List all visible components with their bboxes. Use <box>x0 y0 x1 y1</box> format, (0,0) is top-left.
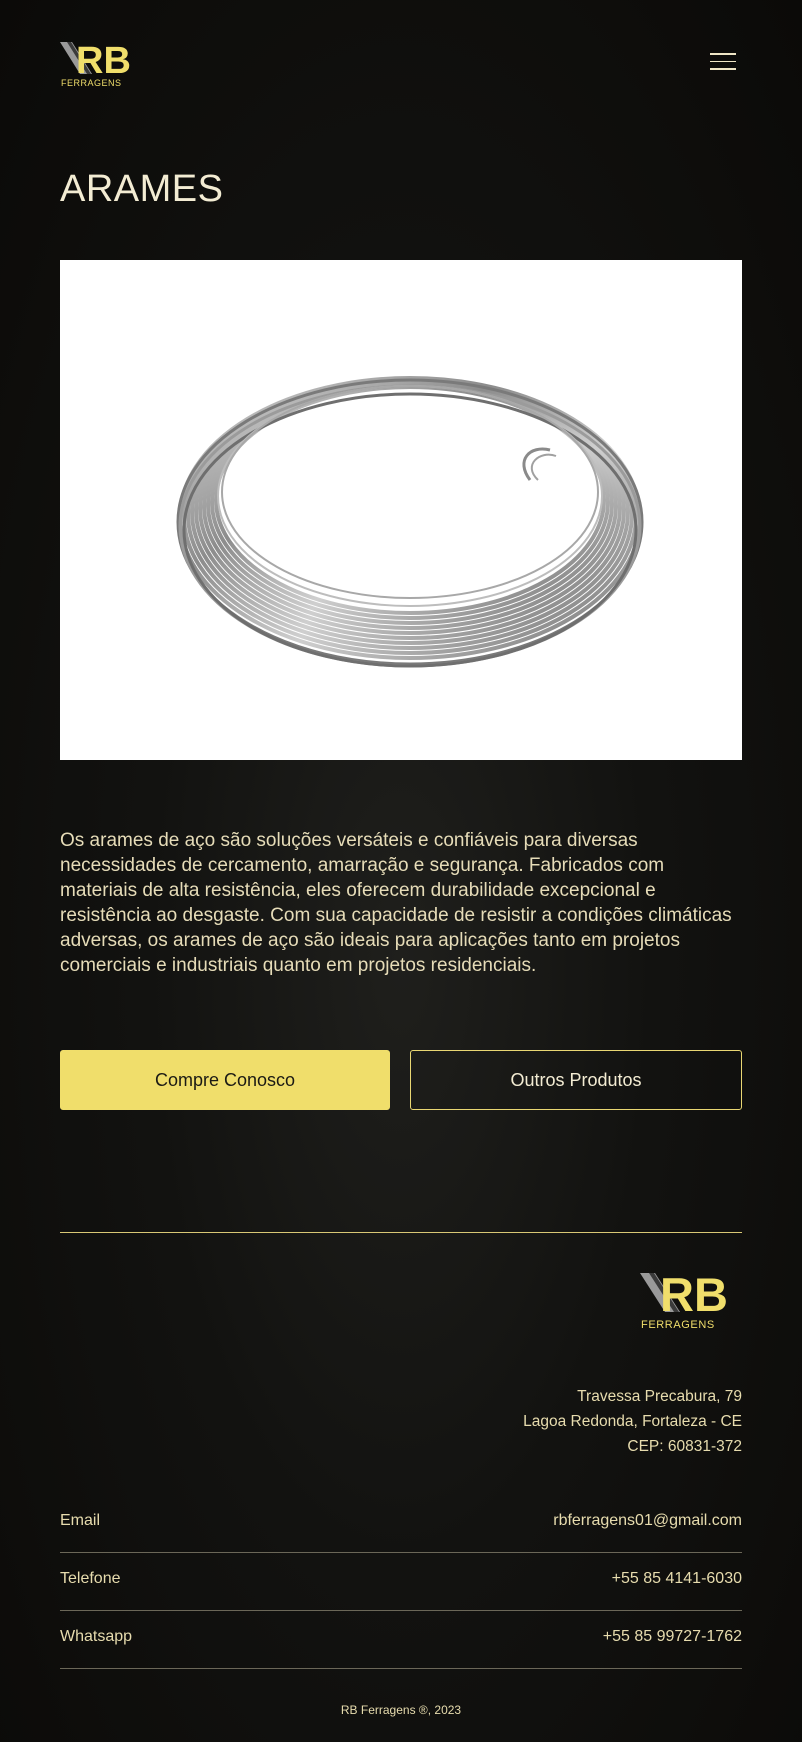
footer-divider <box>60 1232 742 1233</box>
page-title: ARAMES <box>60 168 224 210</box>
svg-text:FERRAGENS: FERRAGENS <box>641 1319 715 1331</box>
email-link[interactable]: rbferragens01@gmail.com <box>553 1512 742 1530</box>
hamburger-menu-icon[interactable] <box>710 53 736 73</box>
wire-coil-image <box>176 376 644 668</box>
phone-link[interactable]: +55 85 4141-6030 <box>612 1570 742 1588</box>
rb-logo-icon: RB FERRAGENS <box>60 40 131 88</box>
contact-label: Telefone <box>60 1570 121 1587</box>
footer-logo[interactable]: RB FERRAGENS <box>640 1268 742 1332</box>
address-line: CEP: 60831-372 <box>627 1438 742 1455</box>
buy-button[interactable]: Compre Conosco <box>60 1050 390 1110</box>
svg-text:RB: RB <box>76 40 131 82</box>
product-image <box>60 260 742 760</box>
contact-label: Email <box>60 1512 101 1529</box>
svg-text:FERRAGENS: FERRAGENS <box>61 78 122 88</box>
address-block: Travessa Precabura, 79 Lagoa Redonda, Fo… <box>523 1384 742 1459</box>
contact-row-whatsapp: Whatsapp +55 85 99727-1762 <box>60 1610 742 1669</box>
brand-logo[interactable]: RB FERRAGENS <box>60 40 142 90</box>
svg-text:RB: RB <box>660 1270 728 1321</box>
address-line: Travessa Precabura, 79 <box>577 1388 742 1405</box>
whatsapp-link[interactable]: +55 85 99727-1762 <box>603 1628 742 1646</box>
other-products-button[interactable]: Outros Produtos <box>410 1050 742 1110</box>
address-line: Lagoa Redonda, Fortaleza - CE <box>523 1413 742 1430</box>
contact-row-phone: Telefone +55 85 4141-6030 <box>60 1552 742 1611</box>
header: RB FERRAGENS <box>60 40 742 90</box>
product-description: Os arames de aço são soluções versáteis … <box>60 830 732 976</box>
contact-label: Whatsapp <box>60 1628 133 1645</box>
rb-logo-icon: RB FERRAGENS <box>640 1268 728 1331</box>
copyright: RB Ferragens ®, 2023 <box>340 1703 462 1717</box>
contact-row-email: Email rbferragens01@gmail.com <box>60 1494 742 1553</box>
